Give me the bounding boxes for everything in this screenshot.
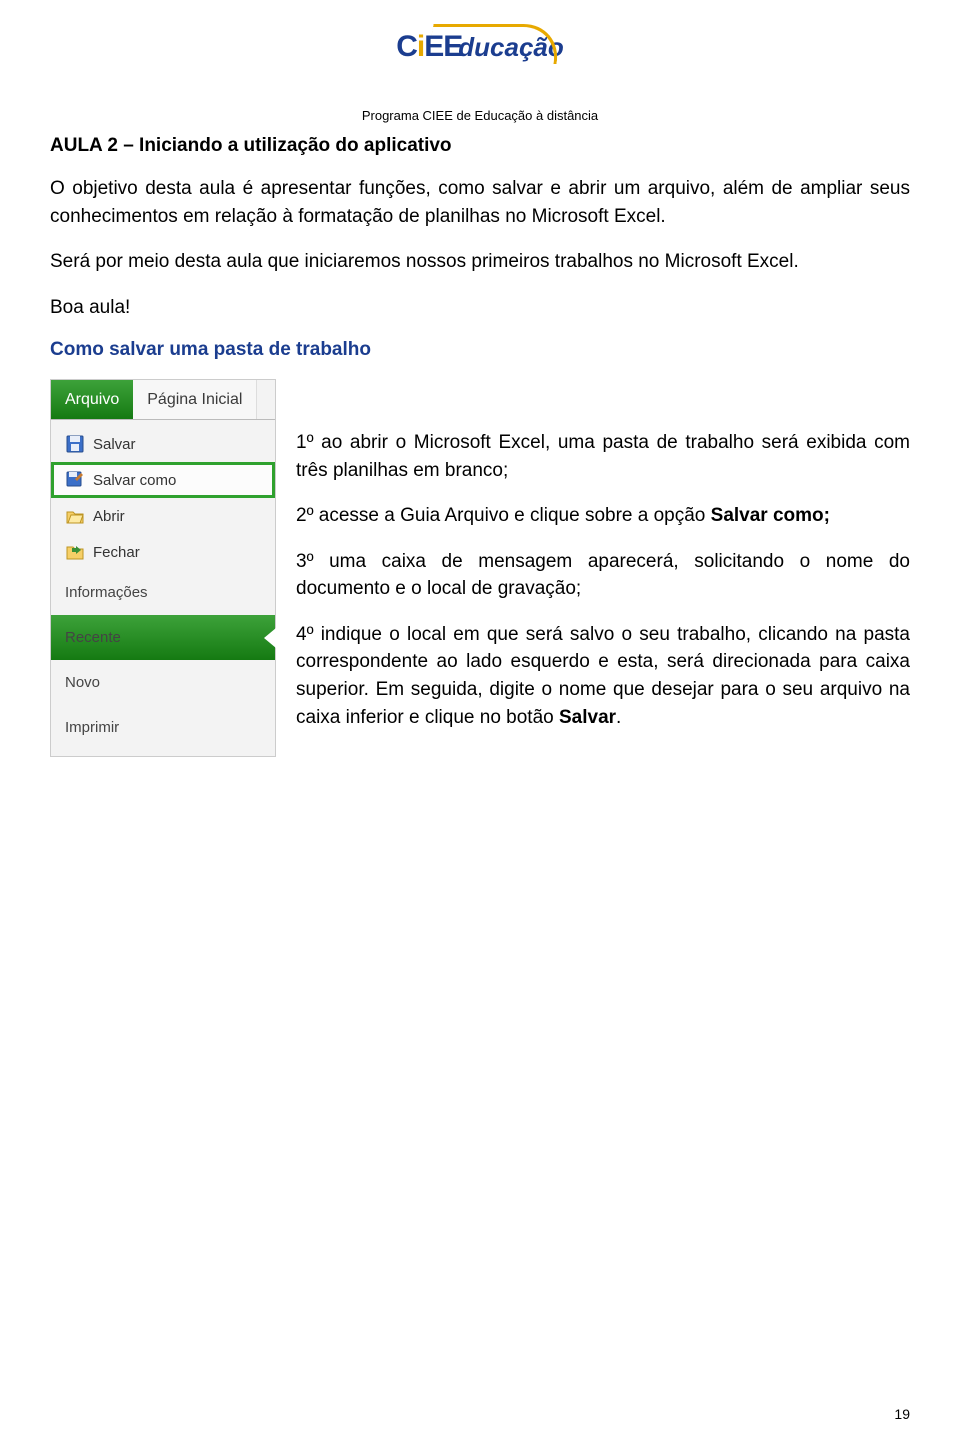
paragraph-1: O objetivo desta aula é apresentar funçõ… <box>50 175 910 230</box>
paragraph-2: Será por meio desta aula que iniciaremos… <box>50 248 910 276</box>
step-4-post: . <box>616 707 621 728</box>
menu-item-fechar[interactable]: Fechar <box>51 534 275 570</box>
menu-item-salvar[interactable]: Salvar <box>51 426 275 462</box>
menu-item-recente[interactable]: Recente <box>51 615 275 660</box>
page-number: 19 <box>894 1406 910 1422</box>
save-as-icon <box>65 470 85 490</box>
ciee-logo: CiEEducação <box>380 30 580 100</box>
menu-item-salvar-label: Salvar <box>93 436 136 453</box>
step-2: 2º acesse a Guia Arquivo e clique sobre … <box>296 502 910 530</box>
paragraph-3: Boa aula! <box>50 294 910 322</box>
menu-item-abrir-label: Abrir <box>93 508 125 525</box>
program-line: Programa CIEE de Educação à distância <box>50 108 910 123</box>
tab-arquivo[interactable]: Arquivo <box>51 380 133 419</box>
menu-item-recente-label: Recente <box>65 629 121 646</box>
excel-file-menu: Arquivo Página Inicial Salvar Sa <box>50 379 276 757</box>
menu-item-imprimir[interactable]: Imprimir <box>51 705 275 750</box>
close-file-icon <box>65 542 85 562</box>
tab-arquivo-label: Arquivo <box>65 391 119 409</box>
step-2-bold: Salvar como; <box>711 505 830 526</box>
step-3: 3º uma caixa de mensagem aparecerá, soli… <box>296 548 910 603</box>
menu-item-imprimir-label: Imprimir <box>65 719 119 736</box>
menu-item-novo-label: Novo <box>65 674 100 691</box>
menu-item-novo[interactable]: Novo <box>51 660 275 705</box>
save-icon <box>65 434 85 454</box>
open-icon <box>65 506 85 526</box>
logo-area: CiEEducação <box>50 30 910 100</box>
menu-item-abrir[interactable]: Abrir <box>51 498 275 534</box>
menu-item-salvar-como-label: Salvar como <box>93 472 176 489</box>
tab-pagina-inicial-label: Página Inicial <box>147 391 242 409</box>
step-4-bold: Salvar <box>559 707 616 728</box>
menu-item-salvar-como[interactable]: Salvar como <box>51 462 275 498</box>
section-subtitle: Como salvar uma pasta de trabalho <box>50 339 910 361</box>
menu-item-informacoes[interactable]: Informações <box>51 570 275 615</box>
step-4: 4º indique o local em que será salvo o s… <box>296 621 910 731</box>
step-2-text: 2º acesse a Guia Arquivo e clique sobre … <box>296 505 711 526</box>
menu-item-fechar-label: Fechar <box>93 544 140 561</box>
menu-item-informacoes-label: Informações <box>65 584 148 601</box>
chevron-right-icon <box>264 628 276 648</box>
step-1: 1º ao abrir o Microsoft Excel, uma pasta… <box>296 429 910 484</box>
lesson-title: AULA 2 – Iniciando a utilização do aplic… <box>50 135 910 157</box>
tab-pagina-inicial[interactable]: Página Inicial <box>133 380 257 419</box>
